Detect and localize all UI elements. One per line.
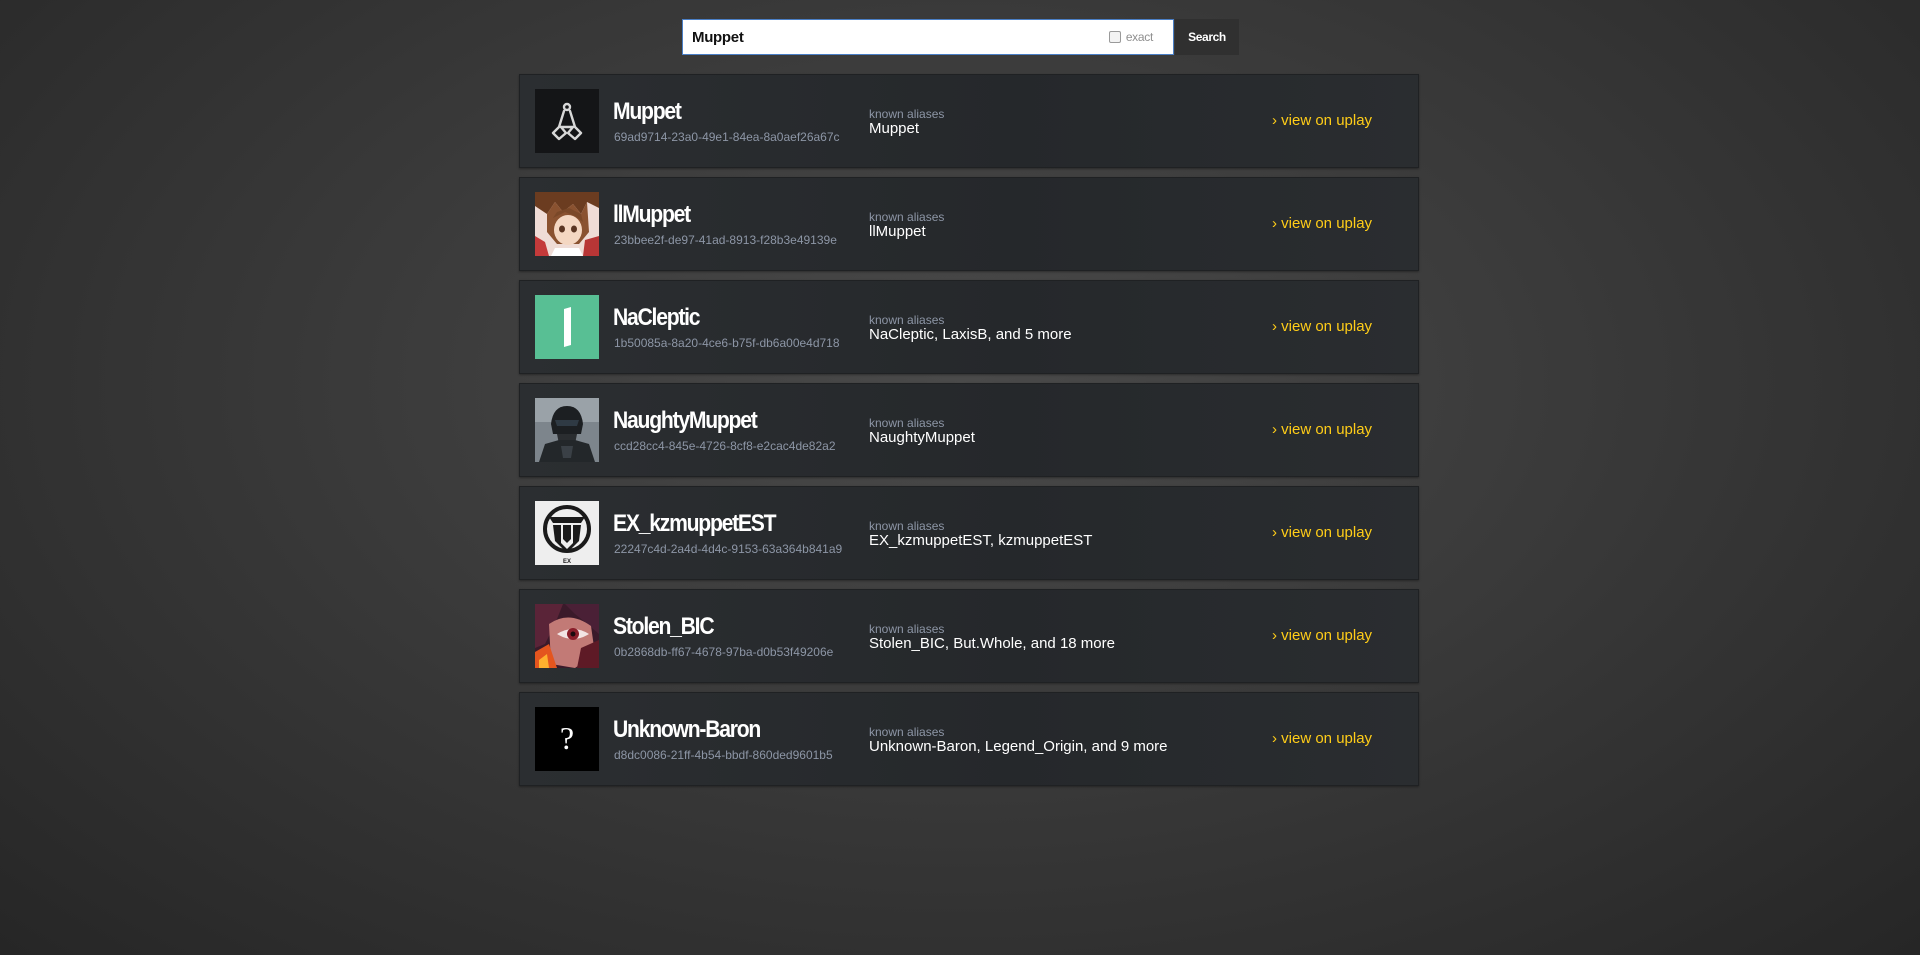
- player-name[interactable]: Muppet: [613, 99, 682, 125]
- aliases-label: known aliases: [869, 416, 945, 430]
- avatar: [535, 89, 599, 153]
- aliases-value: NaCleptic, LaxisB, and 5 more: [869, 326, 1072, 343]
- result-row: EX EX_kzmuppetEST 22247c4d-2a4d-4d4c-915…: [519, 486, 1419, 580]
- view-on-uplay-link[interactable]: › view on uplay: [1272, 421, 1372, 438]
- aliases-label: known aliases: [869, 519, 945, 533]
- player-id: 23bbee2f-de97-41ad-8913-f28b3e49139e: [614, 233, 837, 247]
- player-id: d8dc0086-21ff-4b54-bbdf-860ded9601b5: [614, 748, 833, 762]
- view-on-uplay-link[interactable]: › view on uplay: [1272, 215, 1372, 232]
- result-row: NaughtyMuppet ccd28cc4-845e-4726-8cf8-e2…: [519, 383, 1419, 477]
- view-on-uplay-link[interactable]: › view on uplay: [1272, 112, 1372, 129]
- aliases-value: Stolen_BIC, But.Whole, and 18 more: [869, 635, 1115, 652]
- search-button[interactable]: Search: [1175, 19, 1239, 55]
- muppet-logo-icon: [551, 102, 583, 141]
- player-name[interactable]: NaughtyMuppet: [613, 408, 758, 434]
- red-eye-avatar: [535, 604, 599, 668]
- avatar: ?: [535, 707, 599, 771]
- aliases-value: Muppet: [869, 120, 920, 137]
- result-row: Stolen_BIC 0b2868db-ff67-4678-97ba-d0b53…: [519, 589, 1419, 683]
- player-name[interactable]: Unknown-Baron: [613, 717, 761, 743]
- exact-checkbox[interactable]: [1108, 31, 1121, 43]
- view-on-uplay-link[interactable]: › view on uplay: [1272, 524, 1372, 541]
- player-name[interactable]: EX_kzmuppetEST: [613, 511, 777, 537]
- player-name[interactable]: NaCleptic: [613, 305, 701, 331]
- player-id: 69ad9714-23a0-49e1-84ea-8a0aef26a67c: [614, 130, 840, 144]
- aliases-label: known aliases: [869, 210, 945, 224]
- player-id: ccd28cc4-845e-4726-8cf8-e2cac4de82a2: [614, 439, 836, 453]
- view-on-uplay-link[interactable]: › view on uplay: [1272, 730, 1372, 747]
- aliases-label: known aliases: [869, 725, 945, 739]
- aliases-value: NaughtyMuppet: [869, 429, 975, 446]
- green-bar-avatar: [535, 295, 599, 359]
- aliases-value: Unknown-Baron, Legend_Origin, and 9 more: [869, 738, 1168, 755]
- emblem-avatar: EX: [535, 501, 599, 565]
- player-name[interactable]: llMuppet: [613, 202, 691, 228]
- question-mark-avatar: ?: [535, 707, 599, 771]
- result-row: NaCleptic 1b50085a-8a20-4ce6-b75f-db6a00…: [519, 280, 1419, 374]
- search-bar: exact Search: [682, 19, 1239, 55]
- aliases-label: known aliases: [869, 313, 945, 327]
- soldier-avatar: [535, 398, 599, 462]
- aliases-value: llMuppet: [869, 223, 926, 240]
- view-on-uplay-link[interactable]: › view on uplay: [1272, 627, 1372, 644]
- player-name[interactable]: Stolen_BIC: [613, 614, 715, 640]
- result-row: ? Unknown-Baron d8dc0086-21ff-4b54-bbdf-…: [519, 692, 1419, 786]
- avatar: [535, 295, 599, 359]
- question-mark-text: ?: [560, 720, 574, 756]
- avatar: [535, 192, 599, 256]
- result-row: Muppet 69ad9714-23a0-49e1-84ea-8a0aef26a…: [519, 74, 1419, 168]
- exact-label: exact: [1125, 30, 1153, 44]
- exact-toggle[interactable]: exact: [1108, 20, 1153, 54]
- result-row: llMuppet 23bbee2f-de97-41ad-8913-f28b3e4…: [519, 177, 1419, 271]
- search-box: exact: [682, 19, 1174, 55]
- search-input[interactable]: [683, 27, 1094, 47]
- avatar: [535, 398, 599, 462]
- view-on-uplay-link[interactable]: › view on uplay: [1272, 318, 1372, 335]
- aliases-value: EX_kzmuppetEST, kzmuppetEST: [869, 532, 1093, 549]
- player-id: 22247c4d-2a4d-4d4c-9153-63a364b841a9: [614, 542, 843, 556]
- avatar: [535, 604, 599, 668]
- results-list: Muppet 69ad9714-23a0-49e1-84ea-8a0aef26a…: [519, 74, 1419, 795]
- player-id: 1b50085a-8a20-4ce6-b75f-db6a00e4d718: [614, 336, 840, 350]
- aliases-label: known aliases: [869, 622, 945, 636]
- avatar: EX: [535, 501, 599, 565]
- aliases-label: known aliases: [869, 107, 945, 121]
- anime-avatar: [535, 192, 599, 256]
- emblem-text: EX: [563, 559, 571, 565]
- player-id: 0b2868db-ff67-4678-97ba-d0b53f49206e: [614, 645, 834, 659]
